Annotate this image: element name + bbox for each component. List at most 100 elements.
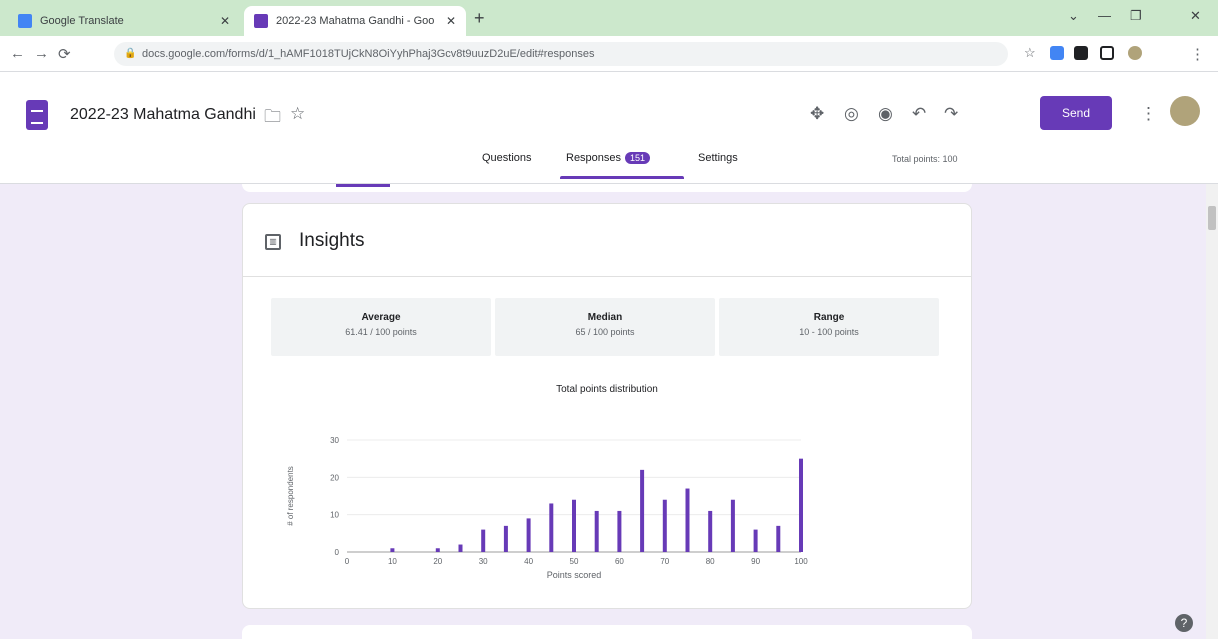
tab-title: 2022-23 Mahatma Gandhi - Goo: [276, 15, 435, 27]
browser-tab-strip: Google Translate ✕ 2022-23 Mahatma Gandh…: [0, 0, 1218, 36]
x-tick-label: 60: [615, 557, 624, 566]
address-bar: ← → ⟳ 🔒 docs.google.com/forms/d/1_hAMF10…: [0, 36, 1218, 72]
x-tick-label: 70: [660, 557, 669, 566]
bookmark-star-icon[interactable]: ☆: [1024, 45, 1036, 61]
tab-responses-label: Responses: [566, 152, 622, 164]
y-axis-label: # of respondents: [286, 466, 295, 526]
sidebar-icon[interactable]: [1100, 46, 1114, 60]
close-icon[interactable]: ✕: [446, 14, 456, 28]
insights-title: Insights: [299, 230, 365, 251]
bar: [776, 525, 781, 552]
translate-icon: [18, 14, 32, 28]
y-tick-label: 20: [330, 473, 339, 482]
bar: [730, 499, 735, 552]
stat-value: 10 - 100 points: [799, 327, 859, 337]
summary-tab-indicator: [336, 184, 390, 187]
forms-icon: [254, 14, 268, 28]
bar: [390, 548, 395, 552]
google-forms-logo-icon[interactable]: [26, 100, 48, 130]
extension-puzzle-icon[interactable]: [1074, 46, 1088, 60]
bar: [662, 499, 667, 552]
x-tick-label: 40: [524, 557, 533, 566]
forward-icon[interactable]: →: [34, 45, 49, 62]
bar: [640, 469, 645, 552]
document-title[interactable]: 2022-23 Mahatma Gandhi: [70, 106, 256, 124]
scrollbar-thumb[interactable]: [1208, 206, 1216, 230]
x-tick-label: 10: [388, 557, 397, 566]
x-tick-label: 20: [433, 557, 442, 566]
stat-value: 61.41 / 100 points: [345, 327, 417, 337]
responses-count-badge: 151: [625, 152, 651, 164]
x-tick-label: 80: [706, 557, 715, 566]
close-window-icon[interactable]: ✕: [1190, 8, 1201, 24]
stat-average: Average 61.41 / 100 points: [271, 298, 491, 356]
x-tick-label: 50: [570, 557, 579, 566]
extension-icon[interactable]: [1050, 46, 1064, 60]
divider: [243, 276, 971, 277]
url-input[interactable]: 🔒 docs.google.com/forms/d/1_hAMF1018TUjC…: [114, 42, 1008, 66]
bar: [753, 529, 758, 552]
total-points: Total points: 100: [892, 154, 958, 164]
account-avatar[interactable]: [1170, 96, 1200, 126]
forms-header: 2022-23 Mahatma Gandhi 🗀 ☆ ✥ ◎ ◉ ↶ ↷ Sen…: [0, 72, 1218, 184]
stat-range: Range 10 - 100 points: [719, 298, 939, 356]
browser-tab-translate[interactable]: Google Translate ✕: [8, 6, 240, 36]
tab-title: Google Translate: [40, 15, 124, 27]
active-tab-indicator: [560, 176, 684, 179]
new-tab-button[interactable]: +: [474, 8, 485, 29]
close-icon[interactable]: ✕: [220, 14, 230, 28]
stat-name: Average: [361, 312, 401, 323]
y-tick-label: 0: [335, 548, 340, 557]
x-tick-label: 0: [345, 557, 350, 566]
bar: [617, 510, 622, 552]
chart-title: Total points distribution: [556, 384, 658, 395]
folder-icon[interactable]: 🗀: [264, 104, 281, 133]
bar: [549, 503, 554, 552]
tab-responses[interactable]: Responses 151: [566, 152, 651, 164]
redo-icon[interactable]: ↷: [944, 104, 958, 124]
stat-name: Range: [813, 312, 845, 323]
browser-tab-forms[interactable]: 2022-23 Mahatma Gandhi - Goo ✕: [244, 6, 466, 36]
help-icon[interactable]: ?: [1175, 614, 1193, 632]
insights-chart-icon: ▥: [265, 234, 281, 250]
stat-median: Median 65 / 100 points: [495, 298, 715, 356]
minimize-icon[interactable]: —: [1098, 8, 1111, 23]
page-scrollbar[interactable]: [1206, 184, 1218, 639]
send-button[interactable]: Send: [1040, 96, 1112, 130]
back-icon[interactable]: ←: [10, 45, 25, 62]
tab-search-icon[interactable]: ⌄: [1068, 8, 1079, 24]
next-card-edge: [242, 625, 972, 639]
profile-avatar[interactable]: [1128, 46, 1142, 60]
preview-eye-icon[interactable]: ◉: [878, 104, 893, 124]
bar: [799, 458, 803, 552]
points-distribution-chart: 0 10 20 30 0 10 20 30 40 50 60 70 80 90 100 Points scor…: [286, 436, 808, 580]
restore-icon[interactable]: ❐: [1130, 8, 1142, 24]
addon-icon[interactable]: ✥: [810, 104, 824, 124]
palette-icon[interactable]: ◎: [844, 104, 859, 124]
undo-icon[interactable]: ↶: [912, 104, 926, 124]
bar: [572, 499, 576, 552]
tab-settings[interactable]: Settings: [698, 152, 738, 164]
lock-icon: 🔒: [124, 48, 137, 59]
tab-questions[interactable]: Questions: [482, 152, 532, 164]
insights-card: ▥ Insights Average 61.41 / 100 points Me…: [242, 203, 972, 609]
bar: [435, 548, 440, 552]
x-tick-label: 30: [479, 557, 488, 566]
reload-icon[interactable]: ⟳: [58, 45, 71, 63]
bar: [685, 488, 690, 552]
y-tick-label: 30: [330, 436, 339, 445]
stat-value: 65 / 100 points: [575, 327, 635, 337]
bar: [526, 518, 531, 552]
bar: [708, 510, 713, 552]
url-text: docs.google.com/forms/d/1_hAMF1018TUjCkN…: [142, 48, 595, 60]
x-tick-label: 90: [751, 557, 760, 566]
bar: [503, 525, 508, 552]
more-options-icon[interactable]: ⋮: [1140, 104, 1157, 124]
x-axis-label: Points scored: [547, 570, 602, 580]
bar: [481, 529, 486, 552]
browser-menu-icon[interactable]: ⋮: [1190, 45, 1205, 63]
stat-name: Median: [587, 312, 623, 323]
y-tick-label: 10: [330, 511, 339, 520]
x-tick-label: 100: [794, 557, 808, 566]
star-icon[interactable]: ☆: [290, 104, 305, 124]
